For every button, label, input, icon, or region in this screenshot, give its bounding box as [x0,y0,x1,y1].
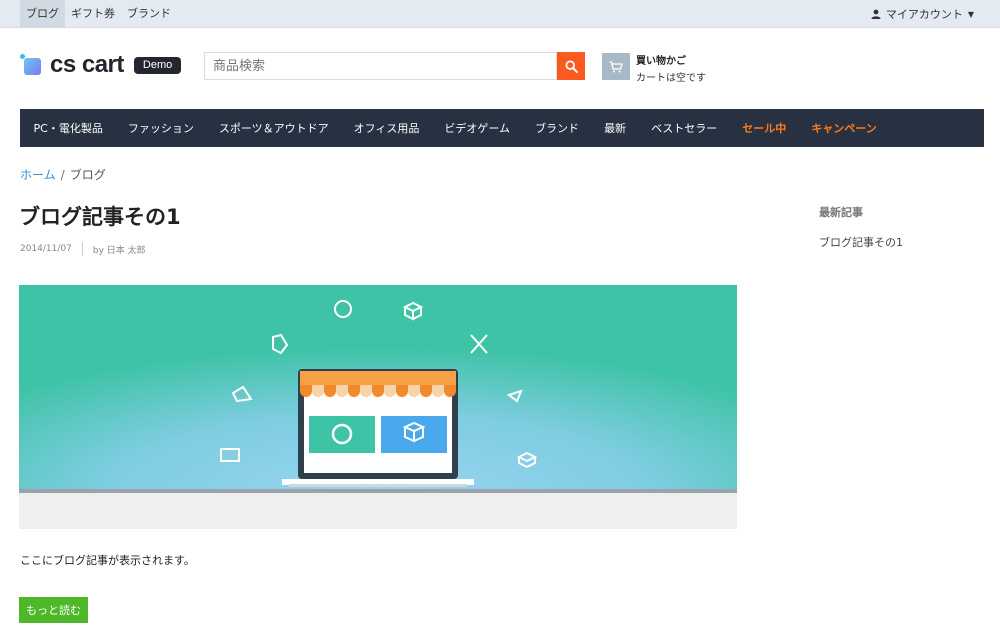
top-link-brand[interactable]: ブランド [121,0,177,28]
nav-item-bestsellers[interactable]: ベストセラー [639,120,730,136]
post-title[interactable]: ブログ記事その1 [19,201,181,231]
search-button[interactable] [557,52,585,80]
nav-item-brand[interactable]: ブランド [523,120,592,136]
logo-mark-icon [20,54,42,76]
sidebar-heading-recent-posts: 最新記事 [819,206,863,219]
cart-icon [609,60,623,72]
meta-divider [81,242,83,256]
breadcrumb: ホーム / ブログ [20,166,106,183]
top-link-gift-card[interactable]: ギフト券 [65,0,121,28]
nav-item-campaign[interactable]: キャンペーン [799,120,889,136]
nav-item-newest[interactable]: 最新 [592,120,639,136]
top-bar: ブログ ギフト券 ブランド マイアカウント ▼ [0,0,1000,28]
cart-title[interactable]: 買い物かご [636,52,686,67]
post-meta: 2014/11/07 by 日本 太郎 [20,242,146,256]
top-links: ブログ ギフト券 ブランド [20,0,177,28]
top-link-blog[interactable]: ブログ [20,0,65,28]
my-account-dropdown[interactable]: マイアカウント ▼ [871,0,974,28]
post-author: by 日本 太郎 [92,245,146,256]
nav-item-electronics[interactable]: PC・電化製品 [21,120,115,136]
cart-status: カートは空です [636,73,706,84]
nav-item-sale[interactable]: セール中 [730,120,799,136]
nav-item-office[interactable]: オフィス用品 [341,120,432,136]
search-input[interactable] [204,52,557,80]
breadcrumb-current: ブログ [69,168,106,182]
sidebar-link-recent-post[interactable]: ブログ記事その1 [819,234,903,250]
breadcrumb-home-link[interactable]: ホーム [20,168,56,182]
nav-item-sports-outdoor[interactable]: スポーツ＆アウトドア [206,120,341,136]
my-account-label: マイアカウント [885,7,963,21]
main-navigation: PC・電化製品 ファッション スポーツ＆アウトドア オフィス用品 ビデオゲーム … [20,109,984,147]
nav-item-video-games[interactable]: ビデオゲーム [432,120,523,136]
logo-demo-badge: Demo [133,56,182,74]
chevron-down-icon: ▼ [967,9,974,19]
logo-text: cs cart [50,51,124,78]
breadcrumb-separator: / [60,168,65,182]
nav-item-fashion[interactable]: ファッション [115,120,206,136]
post-date: 2014/11/07 [20,244,72,254]
post-hero-image[interactable] [19,285,737,529]
search-icon [564,59,578,73]
post-excerpt: ここにブログ記事が表示されます。 [20,554,195,567]
read-more-button[interactable]: もっと読む [19,597,88,623]
cart-button[interactable] [602,53,630,80]
user-icon [871,9,881,19]
logo[interactable]: cs cart Demo [20,50,182,80]
